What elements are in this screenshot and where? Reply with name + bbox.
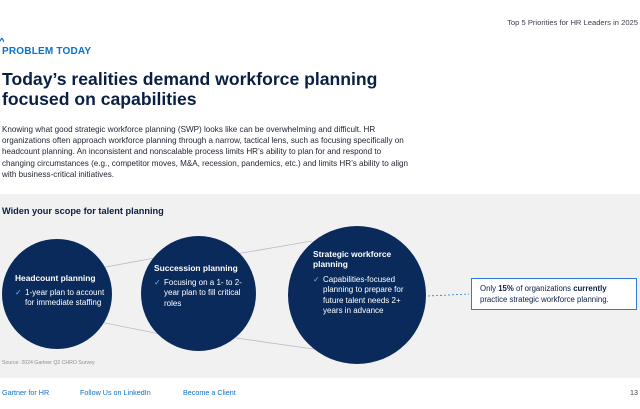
- page-number: 13: [630, 388, 638, 397]
- callout-middle: of organizations: [513, 284, 574, 293]
- headcount-planning-circle: Headcount planning ✓ 1-year plan to acco…: [2, 239, 112, 349]
- circle-item-text: 1-year plan to account for immediate sta…: [25, 288, 105, 308]
- circle-item: ✓ Focusing on a 1- to 2-year plan to fil…: [154, 278, 252, 309]
- circle-title: Headcount planning: [15, 273, 96, 283]
- check-icon: ✓: [154, 278, 161, 287]
- callout-prefix: Only: [480, 284, 499, 293]
- circle-item: ✓ Capabilities-focused planning to prepa…: [313, 275, 407, 317]
- footer-link-become-client[interactable]: Become a Client: [183, 388, 236, 397]
- source-note: Source: 2024 Gartner Q2 CHRO Survey: [2, 360, 95, 366]
- circle-title: Strategic workforce planning: [313, 249, 392, 269]
- circle-item: ✓ 1-year plan to account for immediate s…: [15, 288, 107, 309]
- stat-callout: Only 15% of organizations currently prac…: [471, 278, 637, 310]
- succession-planning-circle: Succession planning ✓ Focusing on a 1- t…: [141, 236, 256, 351]
- callout-suffix: practice strategic workforce planning.: [480, 294, 609, 304]
- footer-link-linkedin[interactable]: Follow Us on LinkedIn: [80, 388, 151, 397]
- check-icon: ✓: [15, 288, 22, 297]
- callout-emphasis: currently: [573, 284, 607, 293]
- circle-item-text: Focusing on a 1- to 2-year plan to fill …: [164, 278, 242, 308]
- callout-stat: 15%: [498, 284, 514, 293]
- circle-title: Succession planning: [154, 263, 238, 273]
- footer-link-gartner-for-hr[interactable]: Gartner for HR: [2, 388, 49, 397]
- circle-item-text: Capabilities-focused planning to prepare…: [323, 275, 404, 316]
- check-icon: ✓: [313, 275, 320, 284]
- strategic-workforce-planning-circle: Strategic workforce planning ✓ Capabilit…: [288, 226, 426, 364]
